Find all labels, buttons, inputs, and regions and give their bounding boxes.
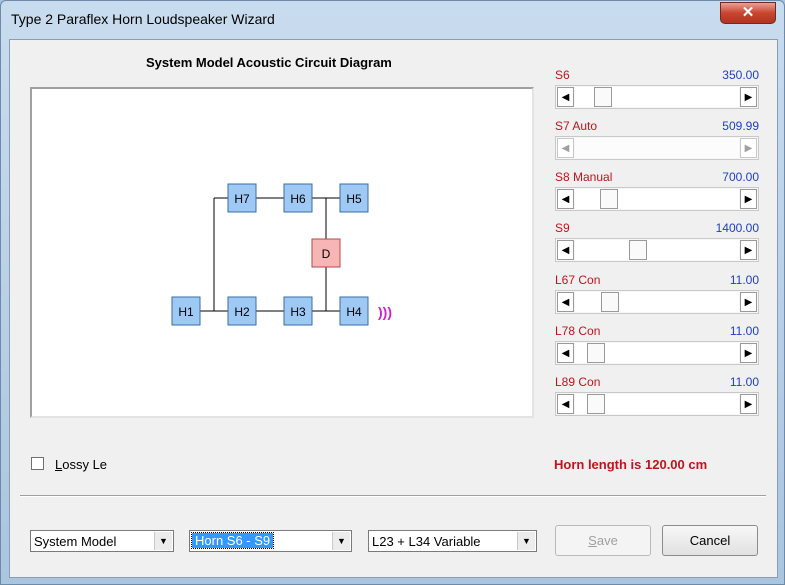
diagram-node-h2: H2: [227, 296, 257, 326]
slider-scrollbar[interactable]: ◀ ▶: [555, 85, 759, 109]
diagram-node-h7: H7: [227, 183, 257, 213]
wizard-window: Type 2 Paraflex Horn Loudspeaker Wizard …: [0, 0, 785, 585]
scroll-thumb[interactable]: [601, 292, 619, 312]
slider-value: 700.00: [722, 170, 759, 184]
scroll-track[interactable]: [575, 292, 739, 312]
scroll-left-icon[interactable]: ◀: [557, 138, 574, 158]
slider-label: S9: [555, 221, 570, 235]
scroll-thumb[interactable]: [629, 240, 647, 260]
diagram-node-label: H7: [234, 192, 250, 206]
diagram-node-h3: H3: [283, 296, 313, 326]
scroll-left-icon[interactable]: ◀: [557, 240, 574, 260]
chevron-down-icon[interactable]: ▼: [332, 532, 350, 550]
slider-label: L67 Con: [555, 273, 601, 287]
slider-value: 11.00: [729, 375, 759, 389]
scroll-right-icon[interactable]: ▶: [740, 240, 757, 260]
save-button[interactable]: Save: [555, 525, 651, 556]
model-select[interactable]: System Model ▼: [30, 530, 174, 552]
scroll-right-icon[interactable]: ▶: [740, 394, 757, 414]
lossy-le-label-text: ossy Le: [62, 457, 108, 472]
diagram-node-label: D: [322, 247, 331, 261]
chevron-down-icon[interactable]: ▼: [154, 532, 172, 550]
close-icon: ✕: [741, 4, 755, 21]
variable-select-value: L23 + L34 Variable: [372, 534, 481, 549]
slider-scrollbar[interactable]: ◀ ▶: [555, 187, 759, 211]
slider-scrollbar[interactable]: ◀ ▶: [555, 341, 759, 365]
diagram-node-label: H2: [234, 305, 250, 319]
save-button-mnemonic: S: [588, 533, 597, 548]
lossy-le-label[interactable]: Lossy Le: [55, 457, 107, 472]
dialog-client-area: System Model Acoustic Circuit Diagram H7: [9, 39, 778, 578]
scroll-track[interactable]: [575, 189, 739, 209]
title-bar[interactable]: Type 2 Paraflex Horn Loudspeaker Wizard …: [1, 1, 784, 39]
variable-select[interactable]: L23 + L34 Variable ▼: [368, 530, 537, 552]
scroll-left-icon[interactable]: ◀: [557, 87, 574, 107]
diagram-node-label: H6: [290, 192, 306, 206]
save-button-label: ave: [596, 533, 618, 548]
slider-value: 350.00: [722, 68, 759, 82]
slider-value: 11.00: [729, 324, 759, 338]
slider-label: S6: [555, 68, 570, 82]
horn-select-value: Horn S6 - S9: [190, 532, 275, 549]
scroll-thumb[interactable]: [594, 87, 612, 107]
scroll-right-icon[interactable]: ▶: [740, 189, 757, 209]
diagram-node-h4: H4: [339, 296, 369, 326]
separator-line: [20, 495, 766, 497]
slider-scrollbar[interactable]: ◀ ▶: [555, 238, 759, 262]
chevron-down-icon[interactable]: ▼: [517, 532, 535, 550]
scroll-right-icon[interactable]: ▶: [740, 343, 757, 363]
circuit-diagram: H7 H6 H5 D H1 H2 H3 H4 ))): [171, 183, 392, 326]
diagram-node-label: H3: [290, 305, 306, 319]
slider-value: 509.99: [722, 119, 759, 133]
scroll-thumb[interactable]: [587, 343, 605, 363]
slider-label: L89 Con: [555, 375, 601, 389]
lossy-le-checkbox[interactable]: [31, 457, 44, 470]
diagram-node-h6: H6: [283, 183, 313, 213]
diagram-node-d: D: [311, 238, 341, 268]
slider-value: 11.00: [729, 273, 759, 287]
diagram-node-h5: H5: [339, 183, 369, 213]
scroll-left-icon[interactable]: ◀: [557, 189, 574, 209]
scroll-track[interactable]: [575, 138, 739, 158]
scroll-left-icon[interactable]: ◀: [557, 343, 574, 363]
diagram-title: System Model Acoustic Circuit Diagram: [146, 55, 392, 70]
window-title: Type 2 Paraflex Horn Loudspeaker Wizard: [11, 11, 275, 27]
cancel-button[interactable]: Cancel: [662, 525, 758, 556]
close-button[interactable]: ✕: [720, 2, 776, 24]
model-select-value: System Model: [34, 534, 117, 549]
circuit-diagram-panel: H7 H6 H5 D H1 H2 H3 H4 ))): [30, 87, 534, 418]
scroll-thumb[interactable]: [600, 189, 618, 209]
scroll-track[interactable]: [575, 87, 739, 107]
scroll-left-icon[interactable]: ◀: [557, 292, 574, 312]
diagram-node-label: H1: [178, 305, 194, 319]
diagram-node-h1: H1: [171, 296, 201, 326]
scroll-track[interactable]: [575, 394, 739, 414]
scroll-right-icon[interactable]: ▶: [740, 138, 757, 158]
scroll-track[interactable]: [575, 343, 739, 363]
sound-waves-icon: ))): [378, 304, 392, 320]
slider-label: L78 Con: [555, 324, 601, 338]
diagram-node-label: H4: [346, 305, 362, 319]
diagram-node-label: H5: [346, 192, 362, 206]
horn-length-status: Horn length is 120.00 cm: [554, 457, 708, 472]
slider-label: S8 Manual: [555, 170, 613, 184]
scroll-left-icon[interactable]: ◀: [557, 394, 574, 414]
slider-scrollbar[interactable]: ◀ ▶: [555, 290, 759, 314]
scroll-thumb[interactable]: [587, 394, 605, 414]
slider-scrollbar[interactable]: ◀ ▶: [555, 392, 759, 416]
scroll-right-icon[interactable]: ▶: [740, 292, 757, 312]
slider-label: S7 Auto: [555, 119, 598, 133]
slider-scrollbar[interactable]: ◀ ▶: [555, 136, 759, 160]
slider-value: 1400.00: [715, 221, 759, 235]
scroll-right-icon[interactable]: ▶: [740, 87, 757, 107]
scroll-track[interactable]: [575, 240, 739, 260]
horn-select[interactable]: Horn S6 - S9 ▼: [189, 530, 352, 552]
